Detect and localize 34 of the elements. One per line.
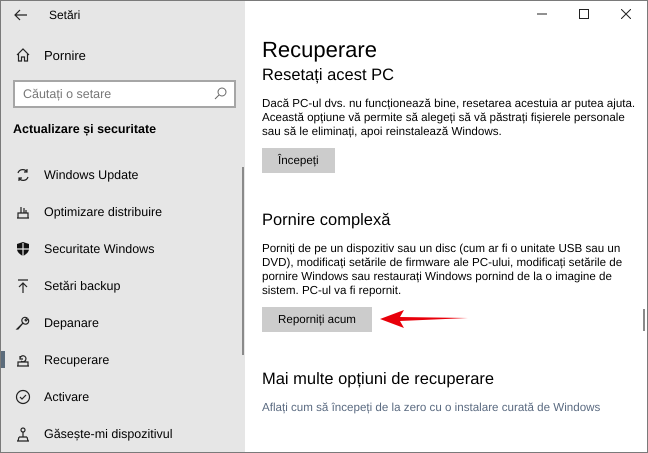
wrench-icon	[15, 314, 31, 330]
search-icon	[214, 86, 227, 100]
section-title: Resetați acest PC	[262, 66, 394, 85]
sidebar-item[interactable]: Windows Update	[1, 156, 245, 193]
sidebar-item[interactable]: Depanare	[1, 304, 245, 341]
help-link[interactable]: Aflați cum să începeți de la zero cu o instalare curată de Windows	[262, 401, 600, 414]
sidebar-item[interactable]: Optimizare distribuire	[1, 193, 245, 230]
scrollbar[interactable]	[643, 309, 645, 331]
sidebar-item[interactable]: Activare	[1, 378, 245, 415]
description-text: Dacă PC-ul dvs. nu funcționează bine, resetarea acestuia ar putea ajuta. Această opțiune vă permite să alegeți să vă păstrați fișierele personale sau să le eliminați, apoi reinstalează Windows.	[262, 97, 636, 139]
section-title: Mai multe opțiuni de recuperare	[262, 370, 494, 389]
home-icon	[15, 47, 31, 64]
sidebar-item[interactable]: Găsește-mi dispozitivul	[1, 415, 245, 452]
sidebar-item[interactable]: Securitate Windows	[1, 230, 245, 267]
back-arrow-icon	[14, 9, 28, 21]
action-button[interactable]: Reporniți acum	[262, 307, 372, 332]
section-title: Pornire complexă	[262, 211, 390, 230]
maximize-icon	[579, 9, 589, 19]
person-marker-icon	[15, 426, 31, 442]
home-link[interactable]: Pornire	[1, 39, 245, 72]
section-heading: Actualizare și securitate	[12, 122, 158, 138]
page-title: Recuperare	[262, 36, 378, 64]
sidebar-item[interactable]: Recuperare	[1, 341, 245, 378]
action-button[interactable]: Începeți	[262, 148, 335, 173]
sync-icon	[15, 166, 31, 182]
search-field[interactable]: Căutați o setare	[13, 80, 236, 108]
shield-icon	[15, 240, 31, 256]
check-circle-icon	[15, 388, 31, 404]
scrollbar[interactable]	[242, 167, 244, 355]
close-icon	[621, 9, 631, 19]
upload-icon	[15, 278, 31, 294]
sidebar-item[interactable]: Setări backup	[1, 267, 245, 304]
description-text: Porniți de pe un dispozitiv sau un disc (cum ar fi o unitate USB sau un DVD), modificați setările de firmware ale PC-ului, modificați setările de pornire Windows sau restaurați Windows pornind de la o imagine de sistem. PC-ul va fi repornit.	[262, 242, 624, 298]
window-title: Setări	[49, 8, 80, 22]
